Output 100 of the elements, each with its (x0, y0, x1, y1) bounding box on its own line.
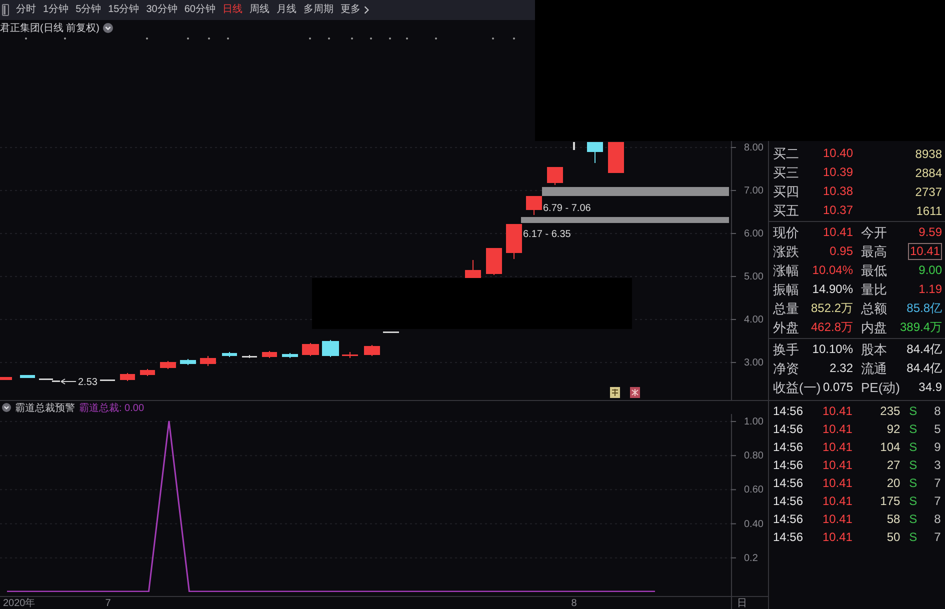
trade-time: 14:56 (773, 494, 804, 508)
more-button[interactable]: 更多 (340, 3, 368, 17)
period-tab[interactable]: 日线 (222, 3, 242, 17)
bid-price: 10.39 (822, 165, 853, 180)
stat-value: 34.9 (918, 380, 942, 395)
candle (302, 342, 319, 356)
candle (547, 166, 563, 186)
bid-volume: 2884 (915, 166, 942, 180)
trade-time: 14:56 (773, 404, 804, 418)
bid-label: 买四 (773, 184, 799, 200)
price-zone-label: 6.79 - 7.06 (543, 203, 591, 214)
candle (342, 352, 358, 358)
period-tab[interactable]: 分时 (16, 3, 36, 17)
candle (526, 196, 542, 216)
chart-title: 君正集团(日线 前复权) (0, 22, 100, 35)
trade-number: 5 (934, 422, 941, 436)
stat-label: 净资 (773, 360, 799, 376)
trade-side: S (909, 404, 918, 418)
chevron-right-icon (364, 6, 368, 14)
chevron-circle-icon[interactable] (2, 403, 11, 412)
stat-label: 涨跌 (773, 244, 799, 260)
marker-dot (370, 38, 372, 40)
candle (100, 379, 115, 382)
bid-volume: 1611 (916, 204, 942, 218)
marker-dot (328, 38, 330, 40)
trade-side: S (909, 494, 918, 508)
stat-label: 涨幅 (773, 262, 799, 278)
marker-tile-icon (610, 387, 620, 398)
stat-value: 84.4亿 (906, 342, 942, 357)
trade-side: S (909, 422, 918, 436)
stat-label: 最高 (861, 244, 887, 260)
bid-price: 10.38 (822, 184, 853, 199)
trade-side: S (909, 458, 918, 472)
stat-label: 今开 (861, 224, 887, 240)
price-axis-label: 4.00 (744, 314, 764, 326)
stat-value: 84.4亿 (906, 361, 942, 376)
stat-value: 2.32 (830, 361, 853, 376)
candle (242, 354, 257, 358)
stat-value: 10.10% (812, 342, 853, 357)
trade-number: 7 (934, 476, 941, 490)
period-tab[interactable]: 30分钟 (146, 3, 178, 17)
leader-arrow (60, 378, 76, 384)
marker-dot (351, 38, 353, 40)
axis-label: 0.2 (744, 552, 758, 564)
trade-number: 8 (934, 512, 941, 526)
trade-price: 10.41 (822, 422, 852, 436)
bid-price: 10.37 (822, 203, 853, 218)
price-axis-label: 7.00 (744, 186, 764, 196)
chevron-circle-icon[interactable] (103, 23, 114, 33)
trade-volume: 20 (886, 476, 900, 490)
indicator-title: 霸道总裁预警 (15, 402, 75, 414)
stat-label: 最低 (861, 262, 887, 278)
period-tab[interactable]: 15分钟 (108, 3, 140, 17)
period-label: 日 (737, 598, 747, 609)
marker-tile-icon (630, 387, 640, 398)
stat-label: 股本 (861, 342, 887, 358)
trade-volume: 92 (886, 422, 900, 436)
candle (180, 358, 196, 366)
price-zone-label: 6.17 - 6.35 (523, 229, 571, 240)
trade-number: 7 (934, 494, 941, 508)
stat-value: 85.8亿 (906, 301, 942, 316)
date-label: 2020年 (3, 598, 36, 609)
marker-dot (25, 38, 27, 40)
candle (506, 224, 522, 260)
trade-price: 10.41 (822, 494, 852, 508)
trade-side: S (909, 512, 918, 526)
period-tab[interactable]: 周线 (250, 3, 270, 17)
period-tab[interactable]: 月线 (276, 3, 296, 17)
candle (200, 356, 216, 366)
stat-label: 量比 (861, 282, 887, 298)
marker-dot (492, 38, 494, 40)
period-tab[interactable]: 60分钟 (184, 3, 216, 17)
trade-time: 14:56 (773, 458, 804, 472)
period-tab[interactable]: 1分钟 (43, 3, 69, 17)
trade-time: 14:56 (773, 440, 804, 454)
period-tab[interactable]: 5分钟 (76, 3, 102, 17)
marker-dot (64, 38, 66, 40)
panel-toggle-icon[interactable] (2, 4, 9, 16)
bid-label: 买三 (773, 164, 799, 180)
price-axis-label: 8.00 (744, 142, 764, 154)
stat-label: 流通 (861, 360, 887, 376)
trade-volume: 235 (880, 404, 900, 418)
axis-label: 1.00 (744, 416, 764, 428)
marker-dot (187, 38, 189, 40)
trade-side: S (909, 440, 918, 454)
price-axis-label: 6.00 (744, 228, 764, 240)
candle (20, 374, 35, 378)
bid-label: 买五 (773, 202, 799, 218)
trade-price: 10.41 (822, 530, 852, 544)
stat-value: 389.4万 (900, 320, 942, 335)
bid-volume: 8938 (915, 146, 942, 160)
stat-label: 总量 (773, 300, 799, 316)
bid-price: 10.40 (822, 146, 853, 161)
stat-value: 10.41 (908, 243, 942, 260)
low-price-label: 2.53 (78, 377, 98, 388)
marker-dot (513, 38, 515, 40)
price-axis-label: 5.00 (744, 272, 764, 282)
date-label: 8 (571, 598, 577, 609)
period-tab[interactable]: 多周期 (304, 3, 334, 17)
trade-number: 8 (934, 404, 941, 418)
